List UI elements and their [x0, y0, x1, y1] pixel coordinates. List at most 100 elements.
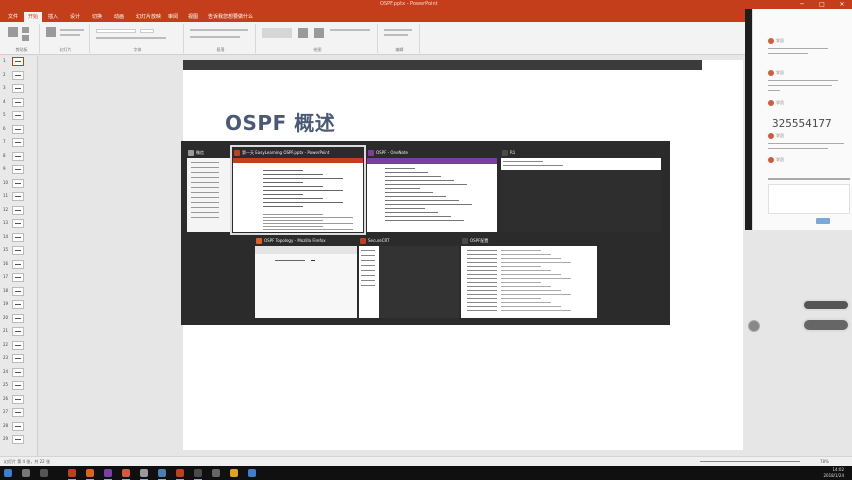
- switcher-window-title: 微信: [196, 150, 204, 155]
- slide-thumbnail[interactable]: 11: [0, 191, 38, 203]
- slide-title[interactable]: OSPF 概述: [225, 107, 335, 136]
- avatar: [768, 157, 774, 163]
- taskbar-app-icon[interactable]: [248, 469, 256, 477]
- font-size-select[interactable]: [140, 29, 154, 33]
- switcher-window-header: OSPF - OneNote: [367, 148, 497, 158]
- slide-thumbnail[interactable]: 23: [0, 353, 38, 365]
- slide-thumbnail[interactable]: 2: [0, 70, 38, 82]
- switcher-window[interactable]: OSPF - OneNote: [367, 148, 497, 232]
- switcher-window[interactable]: R1: [501, 148, 661, 232]
- task-view-icon[interactable]: [40, 469, 48, 477]
- taskbar-app-icon[interactable]: [122, 469, 130, 480]
- tab-1[interactable]: 开始: [24, 12, 43, 22]
- close-button[interactable]: ✕: [832, 0, 852, 9]
- taskbar-app-icon[interactable]: [176, 469, 184, 480]
- slide-preview: [12, 435, 24, 444]
- switcher-window[interactable]: OSPF配置: [461, 236, 597, 318]
- start-icon[interactable]: [4, 469, 12, 477]
- chat-input[interactable]: [768, 184, 850, 214]
- window-preview: [461, 246, 597, 318]
- avatar: [768, 70, 774, 76]
- taskbar-app-icon[interactable]: [86, 469, 94, 480]
- quick-styles-icon[interactable]: [314, 28, 324, 38]
- slide-thumbnail[interactable]: 19: [0, 299, 38, 311]
- ribbon-group-slides: 幻灯片: [42, 24, 90, 53]
- slide-number: 28: [3, 422, 9, 428]
- tab-2[interactable]: 插入: [44, 12, 62, 22]
- slide-thumbnail[interactable]: 25: [0, 380, 38, 392]
- slide-thumbnail[interactable]: 26: [0, 394, 38, 406]
- slide-thumbnail[interactable]: 13: [0, 218, 38, 230]
- chat-number-message[interactable]: 325554177: [772, 117, 832, 130]
- taskbar-app-icon[interactable]: [212, 469, 220, 477]
- window-preview: [359, 246, 459, 318]
- send-button[interactable]: [816, 218, 830, 224]
- slide-thumbnail[interactable]: 14: [0, 232, 38, 244]
- slide-thumbnail[interactable]: 10: [0, 178, 38, 190]
- shapes-gallery[interactable]: [262, 28, 292, 38]
- taskbar-app-icon[interactable]: [194, 469, 202, 480]
- floating-button[interactable]: [802, 299, 850, 311]
- slide-number: 16: [3, 260, 9, 266]
- switcher-window[interactable]: SecureCRT: [359, 236, 459, 318]
- copy-icon[interactable]: [22, 35, 29, 41]
- tab-3[interactable]: 设计: [66, 12, 84, 22]
- slide-preview: [12, 273, 24, 282]
- zoom-level[interactable]: 78%: [820, 459, 829, 464]
- slide-thumbnail[interactable]: 29: [0, 434, 38, 446]
- slide-thumbnail[interactable]: 17: [0, 272, 38, 284]
- cut-icon[interactable]: [22, 27, 29, 33]
- slide-thumbnail[interactable]: 9: [0, 164, 38, 176]
- slide-thumbnail[interactable]: 20: [0, 313, 38, 325]
- slide-thumbnail[interactable]: 18: [0, 286, 38, 298]
- taskbar-app-icon[interactable]: [104, 469, 112, 480]
- switcher-window[interactable]: 微信: [187, 148, 231, 232]
- paste-icon[interactable]: [8, 27, 18, 37]
- slide-preview: [12, 232, 24, 242]
- taskbar-app-icon[interactable]: [158, 469, 166, 480]
- window-preview: [233, 158, 363, 232]
- slide-thumbnail[interactable]: 22: [0, 340, 38, 352]
- slide-thumbnail[interactable]: 8: [0, 151, 38, 163]
- taskbar-app-icon[interactable]: [140, 469, 148, 480]
- window-switcher: 微信 第一天 EasyLearning OSPF.pptx - PowerPoin…: [181, 141, 670, 325]
- slide-thumbnail[interactable]: 1: [0, 56, 38, 68]
- slide-thumbnail[interactable]: 4: [0, 97, 38, 109]
- slide-thumbnail[interactable]: 6: [0, 124, 38, 136]
- switcher-window-header: 微信: [187, 148, 231, 158]
- new-slide-icon[interactable]: [46, 27, 56, 37]
- switcher-window[interactable]: 第一天 EasyLearning OSPF.pptx - PowerPoint: [230, 145, 366, 235]
- tab-4[interactable]: 切换: [88, 12, 106, 22]
- maximize-button[interactable]: □: [812, 0, 832, 9]
- slide-thumbnail[interactable]: 5: [0, 110, 38, 122]
- zoom-slider[interactable]: [700, 461, 800, 462]
- slide-thumbnail[interactable]: 3: [0, 83, 38, 95]
- floating-icon[interactable]: [748, 320, 760, 332]
- tab-8[interactable]: 视图: [184, 12, 202, 22]
- slide-thumbnail[interactable]: 16: [0, 259, 38, 271]
- font-family-select[interactable]: [96, 29, 136, 33]
- chat-toolbar[interactable]: [768, 178, 850, 180]
- slide-thumbnail[interactable]: 7: [0, 137, 38, 149]
- tab-5[interactable]: 动画: [110, 12, 128, 22]
- floating-button[interactable]: [802, 318, 850, 332]
- tab-6[interactable]: 幻灯片放映: [132, 12, 165, 22]
- clock[interactable]: 14:02 2018/1/24: [823, 467, 844, 479]
- search-icon[interactable]: [22, 469, 30, 477]
- slide-thumbnail[interactable]: 28: [0, 421, 38, 433]
- switcher-window[interactable]: OSPF Topology - Mozilla Firefox: [255, 236, 357, 318]
- slide-thumbnail[interactable]: 12: [0, 205, 38, 217]
- tab-9[interactable]: 告诉我您想要做什么: [204, 12, 257, 22]
- slide-thumbnail[interactable]: 24: [0, 367, 38, 379]
- taskbar-app-icon[interactable]: [68, 469, 76, 480]
- window-preview: [367, 158, 497, 232]
- arrange-icon[interactable]: [298, 28, 308, 38]
- slide-thumbnail[interactable]: 21: [0, 326, 38, 338]
- tab-0[interactable]: 文件: [4, 12, 22, 22]
- slide-thumbnail[interactable]: 15: [0, 245, 38, 257]
- slide-preview: [12, 421, 24, 431]
- slide-thumbnail[interactable]: 27: [0, 407, 38, 419]
- tab-7[interactable]: 审阅: [164, 12, 182, 22]
- taskbar-app-icon[interactable]: [230, 469, 238, 477]
- minimize-button[interactable]: ─: [792, 0, 812, 9]
